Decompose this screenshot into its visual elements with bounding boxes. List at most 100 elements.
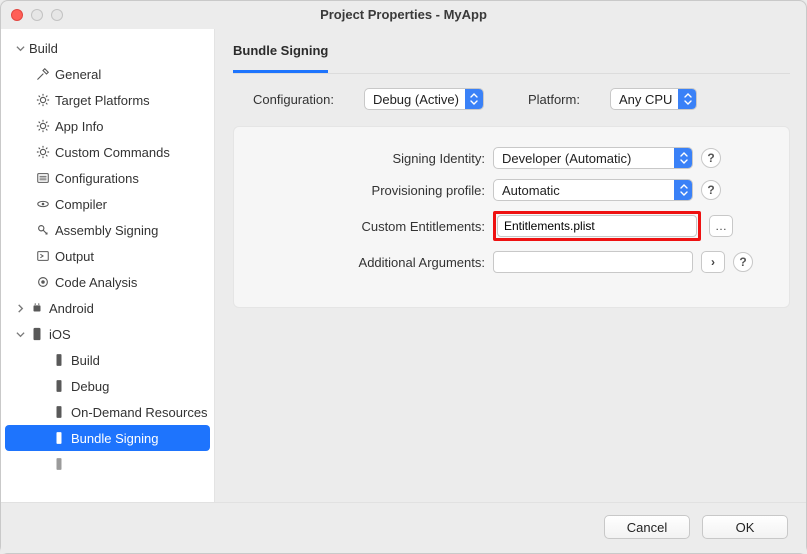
configuration-label: Configuration:: [253, 92, 334, 107]
gear-icon: [35, 118, 51, 134]
updown-icon: [674, 148, 692, 168]
tab-bar: Bundle Signing: [233, 43, 790, 74]
platform-value: Any CPU: [619, 92, 678, 107]
phone-icon: [29, 326, 45, 342]
sidebar-item-custom-commands[interactable]: Custom Commands: [1, 139, 214, 165]
provisioning-profile-value: Automatic: [502, 183, 566, 198]
sidebar-item-label: Assembly Signing: [55, 223, 158, 238]
signing-panel: Signing Identity: Developer (Automatic) …: [233, 126, 790, 308]
phone-icon: [51, 378, 67, 394]
signing-identity-value: Developer (Automatic): [502, 151, 637, 166]
custom-entitlements-label: Custom Entitlements:: [250, 219, 485, 234]
sidebar-item-compiler[interactable]: Compiler: [1, 191, 214, 217]
sidebar-item-label: Debug: [71, 379, 109, 394]
sidebar-item-label: Custom Commands: [55, 145, 170, 160]
phone-icon: [51, 456, 67, 472]
wrench-icon: [35, 66, 51, 82]
section-title: Bundle Signing: [233, 43, 328, 64]
updown-icon: [674, 180, 692, 200]
android-icon: [29, 300, 45, 316]
sidebar-item-ios-build[interactable]: Build: [1, 347, 214, 373]
list-icon: [35, 170, 51, 186]
zoom-window-button[interactable]: [51, 9, 63, 21]
sidebar-item-target-platforms[interactable]: Target Platforms: [1, 87, 214, 113]
sidebar-item-label: On-Demand Resources: [71, 405, 208, 420]
chevron-down-icon[interactable]: [15, 44, 25, 53]
expand-button[interactable]: ›: [701, 251, 725, 273]
help-button[interactable]: ?: [701, 148, 721, 168]
platform-label: Platform:: [528, 92, 580, 107]
row-signing-identity: Signing Identity: Developer (Automatic) …: [250, 147, 773, 169]
sidebar-item-label: Bundle Signing: [71, 431, 158, 446]
chevron-right-icon[interactable]: [15, 304, 25, 313]
minimize-window-button[interactable]: [31, 9, 43, 21]
sidebar: Build General Target Platforms App Info: [1, 29, 215, 502]
updown-icon: [465, 89, 483, 109]
sidebar-item-label: Configurations: [55, 171, 139, 186]
key-icon: [35, 222, 51, 238]
sidebar-item-assembly-signing[interactable]: Assembly Signing: [1, 217, 214, 243]
sidebar-item-label: Compiler: [55, 197, 107, 212]
additional-arguments-label: Additional Arguments:: [250, 255, 485, 270]
sidebar-item-output[interactable]: Output: [1, 243, 214, 269]
provisioning-profile-select[interactable]: Automatic: [493, 179, 693, 201]
help-button[interactable]: ?: [733, 252, 753, 272]
config-row: Configuration: Debug (Active) Platform: …: [233, 88, 790, 110]
browse-button[interactable]: …: [709, 215, 733, 237]
sidebar-item-on-demand-resources[interactable]: On-Demand Resources: [1, 399, 214, 425]
sidebar-group-label: Android: [49, 301, 94, 316]
ok-button[interactable]: OK: [702, 515, 788, 539]
platform-select[interactable]: Any CPU: [610, 88, 697, 110]
sidebar-group-android[interactable]: Android: [1, 295, 214, 321]
sidebar-item-configurations[interactable]: Configurations: [1, 165, 214, 191]
window-title: Project Properties - MyApp: [1, 7, 806, 22]
configuration-select[interactable]: Debug (Active): [364, 88, 484, 110]
sidebar-item-general[interactable]: General: [1, 61, 214, 87]
sidebar-item-label: App Info: [55, 119, 103, 134]
sidebar-item-ipa-options[interactable]: IPA Options: [1, 451, 214, 477]
sidebar-group-ios[interactable]: iOS: [1, 321, 214, 347]
output-icon: [35, 248, 51, 264]
custom-entitlements-input[interactable]: [497, 215, 697, 237]
sidebar-group-label: Build: [29, 41, 58, 56]
additional-arguments-input[interactable]: [493, 251, 693, 273]
signing-identity-label: Signing Identity:: [250, 151, 485, 166]
row-additional-arguments: Additional Arguments: › ?: [250, 251, 773, 273]
main-panel: Bundle Signing Configuration: Debug (Act…: [215, 29, 806, 502]
sidebar-item-bundle-signing[interactable]: Bundle Signing: [5, 425, 210, 451]
help-button[interactable]: ?: [701, 180, 721, 200]
close-window-button[interactable]: [11, 9, 23, 21]
gear-icon: [35, 92, 51, 108]
chevron-down-icon[interactable]: [15, 330, 25, 339]
sidebar-item-ios-debug[interactable]: Debug: [1, 373, 214, 399]
row-custom-entitlements: Custom Entitlements: …: [250, 211, 773, 241]
sidebar-item-label: General: [55, 67, 101, 82]
window-body: Build General Target Platforms App Info: [1, 29, 806, 502]
sidebar-item-label: Target Platforms: [55, 93, 150, 108]
phone-icon: [51, 430, 67, 446]
sidebar-item-code-analysis[interactable]: Code Analysis: [1, 269, 214, 295]
entitlements-highlight: [493, 211, 701, 241]
gear-icon: [35, 144, 51, 160]
compiler-icon: [35, 196, 51, 212]
sidebar-group-label: iOS: [49, 327, 71, 342]
tab-bundle-signing[interactable]: Bundle Signing: [233, 43, 328, 73]
row-provisioning-profile: Provisioning profile: Automatic ?: [250, 179, 773, 201]
chevron-right-icon: ›: [711, 255, 715, 269]
sidebar-group-build[interactable]: Build: [1, 35, 214, 61]
project-properties-window: Project Properties - MyApp Build General: [0, 0, 807, 554]
cancel-button[interactable]: Cancel: [604, 515, 690, 539]
titlebar: Project Properties - MyApp: [1, 1, 806, 29]
signing-identity-select[interactable]: Developer (Automatic): [493, 147, 693, 169]
sidebar-item-label: Output: [55, 249, 94, 264]
sidebar-item-app-info[interactable]: App Info: [1, 113, 214, 139]
window-controls: [11, 9, 63, 21]
sidebar-item-label: Build: [71, 353, 100, 368]
provisioning-profile-label: Provisioning profile:: [250, 183, 485, 198]
phone-icon: [51, 404, 67, 420]
sidebar-item-label: Code Analysis: [55, 275, 137, 290]
configuration-value: Debug (Active): [373, 92, 465, 107]
updown-icon: [678, 89, 696, 109]
target-icon: [35, 274, 51, 290]
phone-icon: [51, 352, 67, 368]
